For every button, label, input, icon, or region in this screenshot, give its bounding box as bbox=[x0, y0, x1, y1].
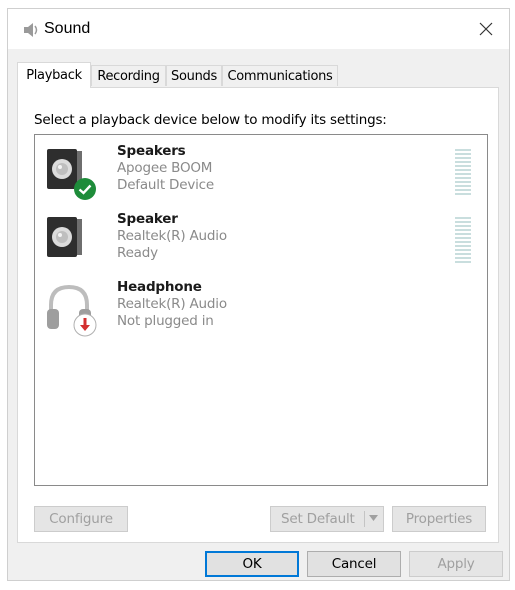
speaker-icon bbox=[47, 217, 82, 257]
playback-panel: Select a playback device below to modify… bbox=[17, 87, 499, 543]
tab-communications[interactable]: Communications bbox=[222, 65, 338, 86]
list-item-speaker[interactable]: Speaker Realtek(R) Audio Ready bbox=[35, 209, 485, 275]
title-bar: Sound bbox=[8, 9, 509, 49]
level-meter bbox=[455, 149, 471, 197]
device-status: Ready bbox=[117, 245, 158, 261]
tab-playback[interactable]: Playback bbox=[17, 62, 91, 88]
device-name: Headphone bbox=[117, 279, 202, 295]
speaker-icon bbox=[24, 23, 38, 37]
device-status: Not plugged in bbox=[117, 313, 214, 329]
ok-button[interactable]: OK bbox=[205, 551, 299, 577]
device-detail: Apogee BOOM bbox=[117, 160, 213, 176]
device-detail: Realtek(R) Audio bbox=[117, 296, 227, 312]
set-default-button[interactable]: Set Default bbox=[270, 506, 384, 532]
sound-dialog: Sound Playback Recording Sounds Communic… bbox=[7, 8, 510, 581]
apply-button[interactable]: Apply bbox=[409, 551, 503, 577]
cancel-button[interactable]: Cancel bbox=[307, 551, 401, 577]
level-meter bbox=[455, 217, 471, 265]
close-icon bbox=[479, 22, 493, 36]
close-button[interactable] bbox=[471, 15, 501, 43]
tab-sounds[interactable]: Sounds bbox=[166, 65, 222, 86]
set-default-label: Set Default bbox=[281, 511, 355, 527]
tab-recording[interactable]: Recording bbox=[91, 65, 166, 86]
split-divider bbox=[364, 511, 365, 527]
list-item-speakers[interactable]: Speakers Apogee BOOM Default Device bbox=[35, 141, 485, 207]
list-item-headphone[interactable]: Headphone Realtek(R) Audio Not plugged i… bbox=[35, 277, 485, 343]
device-name: Speaker bbox=[117, 211, 178, 227]
configure-button[interactable]: Configure bbox=[34, 506, 128, 532]
device-name: Speakers bbox=[117, 143, 186, 159]
device-status: Default Device bbox=[117, 177, 214, 193]
properties-button[interactable]: Properties bbox=[392, 506, 486, 532]
instruction-text: Select a playback device below to modify… bbox=[34, 112, 387, 128]
chevron-down-icon[interactable] bbox=[369, 515, 378, 521]
unplugged-arrow-icon bbox=[73, 313, 97, 337]
window-title: Sound bbox=[44, 20, 91, 37]
default-check-icon bbox=[74, 178, 96, 200]
device-list[interactable]: Speakers Apogee BOOM Default Device Spea… bbox=[34, 134, 488, 486]
device-detail: Realtek(R) Audio bbox=[117, 228, 227, 244]
